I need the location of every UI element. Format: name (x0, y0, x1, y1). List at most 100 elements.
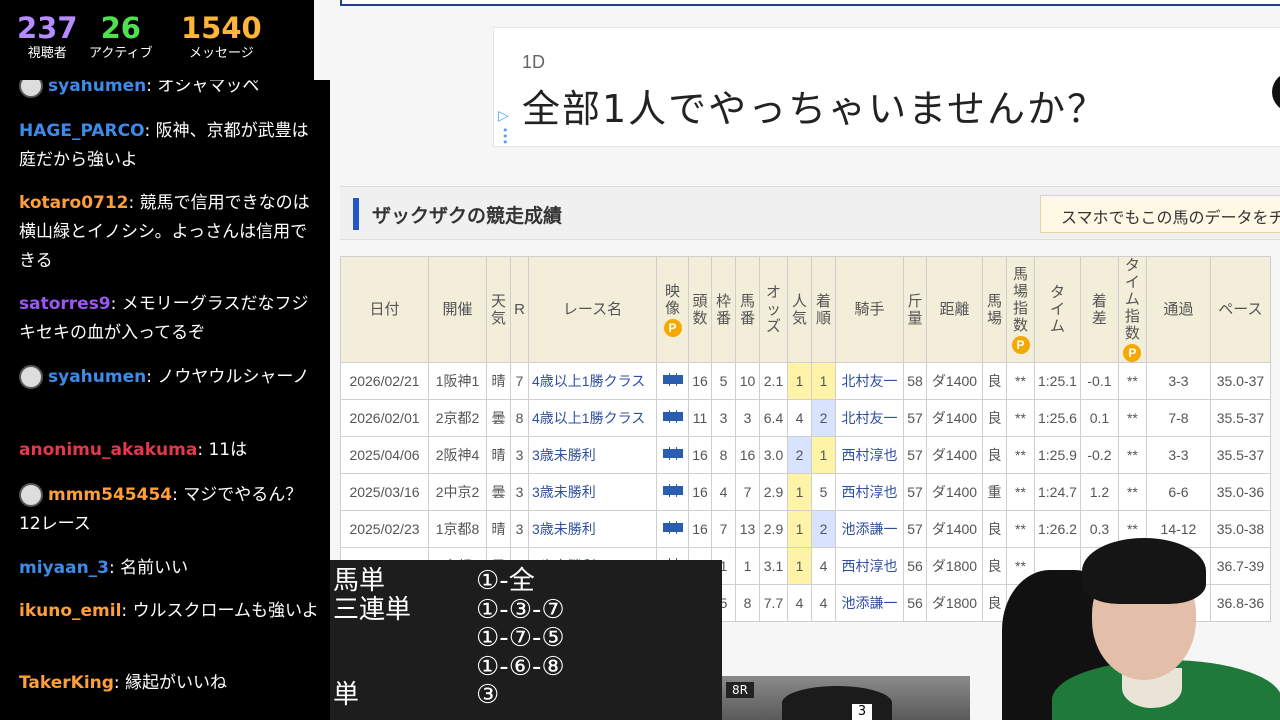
chat-username[interactable]: TakerKing (19, 673, 114, 693)
video-film-icon[interactable] (662, 484, 683, 497)
table-cell: ** (1117, 399, 1147, 437)
column-header[interactable]: 馬場 (982, 256, 1007, 363)
column-header-label: 開催 (442, 301, 473, 318)
table-cell[interactable] (656, 510, 689, 548)
column-header[interactable]: 開催 (428, 256, 487, 363)
column-header-label: 日付 (369, 301, 400, 318)
table-cell[interactable]: 西村淳也 (835, 436, 904, 474)
video-film-icon[interactable] (662, 373, 683, 386)
table-cell: ダ1800 (926, 584, 983, 622)
table-row[interactable]: 2026/02/21 1阪神1 晴 7 4歳以上1勝クラス 16 5 10 2.1 1 1 北村友一 5… (340, 362, 1271, 400)
column-header[interactable]: タイム指数 P (1117, 256, 1147, 363)
table-cell: 35.5-37 (1209, 399, 1271, 437)
race-video-thumbnail[interactable]: 8R 3 (722, 676, 970, 720)
column-header[interactable]: 騎手 (835, 256, 904, 363)
column-header[interactable]: レース名 (528, 256, 657, 363)
chat-username[interactable]: syahumen (48, 80, 146, 96)
user-avatar-icon[interactable] (19, 483, 43, 507)
premium-p-icon[interactable]: P (1011, 335, 1030, 354)
table-cell: 2 (811, 399, 836, 437)
chat-message: kotaro0712: 競馬で信用できなのは横山緑とイノシシ。よっさんは信用でき… (19, 189, 319, 276)
chat-separator: : (128, 193, 140, 213)
video-film-icon[interactable] (662, 521, 683, 534)
table-cell: 3 (510, 436, 529, 474)
table-cell: 35.5-37 (1209, 436, 1271, 474)
video-film-icon[interactable] (662, 447, 683, 460)
column-header[interactable]: ペース (1209, 256, 1271, 363)
chat-username[interactable]: ikuno_emil (19, 601, 121, 621)
column-header[interactable]: 天気 (486, 256, 511, 363)
premium-p-icon[interactable]: P (663, 318, 682, 337)
column-header[interactable]: 頭数 (688, 256, 712, 363)
table-cell[interactable]: 北村友一 (835, 362, 904, 400)
table-cell: 1 (787, 510, 812, 548)
table-cell[interactable] (656, 399, 689, 437)
table-cell[interactable] (656, 436, 689, 474)
ad-menu-icon[interactable]: • • • (502, 125, 509, 148)
table-cell: 6.4 (759, 399, 788, 437)
table-cell[interactable]: 4歳以上1勝クラス (528, 362, 657, 400)
chat-separator: : (197, 440, 209, 460)
ad-headline[interactable]: 全部1人でやっちゃいませんか？ (522, 78, 1107, 133)
table-cell: ダ1400 (926, 510, 983, 548)
table-cell: 2中京2 (428, 473, 487, 511)
table-cell[interactable]: 4歳以上1勝クラス (528, 399, 657, 437)
user-avatar-icon[interactable] (19, 365, 43, 389)
table-cell[interactable]: 3歳未勝利 (528, 473, 657, 511)
column-header[interactable]: 馬番 (735, 256, 760, 363)
table-cell[interactable] (656, 473, 689, 511)
column-header[interactable]: オッズ (759, 256, 788, 363)
table-cell: 2026/02/01 (340, 399, 429, 437)
table-cell: 2025/02/23 (340, 510, 429, 548)
table-cell[interactable]: 北村友一 (835, 399, 904, 437)
column-header[interactable]: 映像 P (656, 256, 689, 363)
column-header[interactable]: 枠番 (711, 256, 736, 363)
video-film-icon[interactable] (662, 410, 683, 423)
table-cell: 3 (510, 510, 529, 548)
user-avatar-icon[interactable] (19, 80, 43, 98)
chat-username[interactable]: kotaro0712 (19, 193, 129, 213)
column-header[interactable]: 人気 (787, 256, 812, 363)
chat-username[interactable]: anonimu_akakuma (19, 440, 197, 460)
chat-username[interactable]: satorres9 (19, 294, 111, 314)
chat-username[interactable]: syahumen (48, 367, 146, 387)
column-header[interactable]: 着差 (1079, 256, 1119, 363)
chat-username[interactable]: HAGE_PARCO (19, 121, 145, 141)
column-header[interactable]: 日付 (340, 256, 429, 363)
table-cell[interactable]: 3歳未勝利 (528, 510, 657, 548)
premium-p-icon[interactable]: P (1123, 344, 1142, 362)
column-header[interactable]: 通過 (1145, 256, 1211, 363)
table-cell: 2京都2 (428, 399, 487, 437)
table-cell: 良 (982, 436, 1007, 474)
table-cell: 8 (711, 436, 736, 474)
table-cell[interactable]: 西村淳也 (835, 473, 904, 511)
table-cell: 16 (688, 510, 712, 548)
table-cell: 8 (510, 399, 529, 437)
column-header[interactable]: タイム (1034, 256, 1081, 363)
adchoices-icon[interactable]: ▷ (498, 108, 509, 124)
column-header[interactable]: 馬場指数 P (1006, 256, 1035, 363)
table-row[interactable]: 2026/02/01 2京都2 曇 8 4歳以上1勝クラス 11 3 3 6.4 4 2 北村友一 57… (340, 399, 1271, 437)
table-cell[interactable]: 池添謙一 (835, 584, 904, 622)
table-cell: 5 (711, 362, 736, 400)
stat-value: 237 (17, 11, 78, 45)
column-header[interactable]: 斤量 (903, 256, 927, 363)
table-cell[interactable] (656, 362, 689, 400)
column-header[interactable]: 距離 (926, 256, 983, 363)
column-header[interactable]: 着順 (811, 256, 836, 363)
ad-action-circle[interactable] (1272, 72, 1280, 112)
chat-username[interactable]: miyaan_3 (19, 558, 109, 578)
smartphone-data-link[interactable]: スマホでもこの馬のデータをチ (1040, 195, 1280, 233)
table-cell: 1 (811, 362, 836, 400)
table-row[interactable]: 2025/03/16 2中京2 曇 3 3歳未勝利 16 4 7 2.9 1 5 西村淳也 57 ダ140… (340, 473, 1271, 511)
table-cell[interactable]: 池添謙一 (835, 510, 904, 548)
table-cell: ダ1400 (926, 362, 983, 400)
table-cell[interactable]: 西村淳也 (835, 547, 904, 585)
chat-username[interactable]: mmm545454 (48, 485, 172, 505)
chat-message: anonimu_akakuma: 11は (19, 436, 319, 465)
table-cell: 1:25.1 (1034, 362, 1081, 400)
table-row[interactable]: 2025/04/06 2阪神4 晴 3 3歳未勝利 16 8 16 3.0 2 1 西村淳也 57 ダ14… (340, 436, 1271, 474)
column-header[interactable]: R (510, 256, 529, 363)
advertisement[interactable]: 1D 全部1人でやっちゃいませんか？ ▷ • • • (493, 27, 1280, 148)
table-cell[interactable]: 3歳未勝利 (528, 436, 657, 474)
